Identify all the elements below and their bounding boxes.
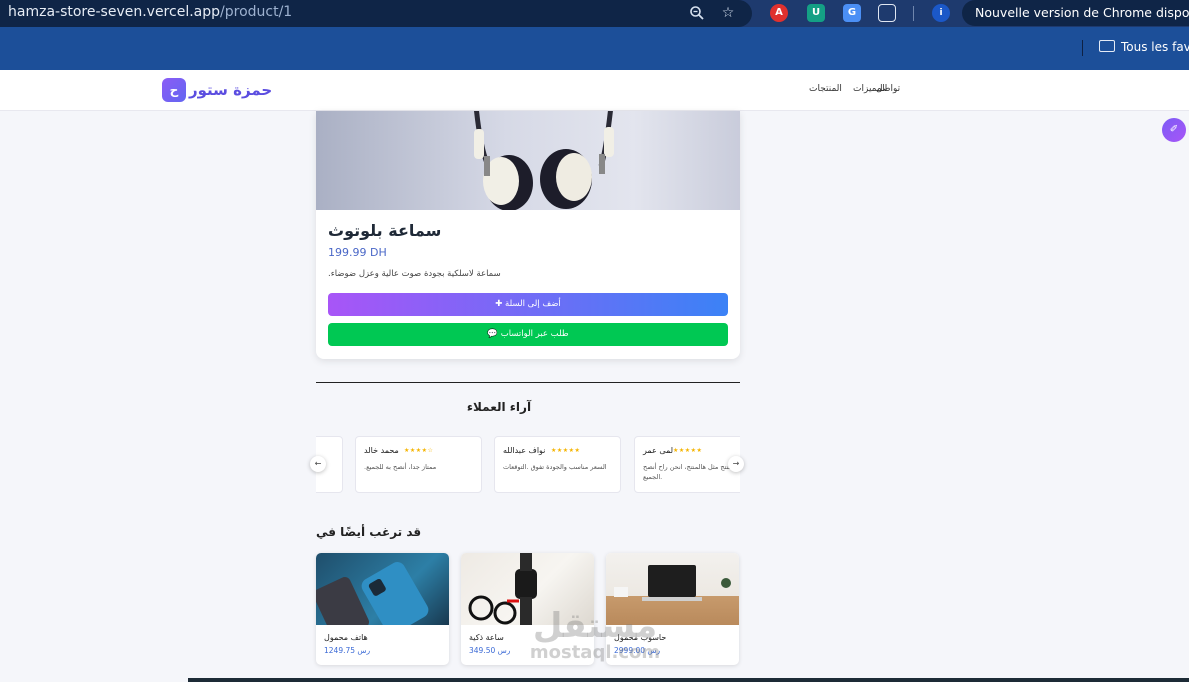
cart-plus-icon: ✚ (495, 299, 506, 309)
floating-action-button[interactable]: ✐ (1162, 118, 1186, 142)
carousel-next-button[interactable]: → (728, 456, 744, 472)
whatsapp-order-label: طلب عبر الواتساب (500, 329, 569, 339)
review-stars: ★★★★★ (551, 447, 581, 454)
nav-contact[interactable]: تواصل (876, 84, 900, 94)
site-header: ح حمزة ستور المنتجات المميزات تواصل (0, 70, 1189, 111)
browser-toolbar: hamza-store-seven.vercel.app/product/1 ☆… (0, 0, 1189, 27)
bookmark-folder-label: Tous les favo (1121, 40, 1189, 54)
logo-badge: ح (162, 78, 186, 102)
related-product-card[interactable]: ساعة ذكية 349.50 رس (461, 553, 594, 665)
review-text: منتج مثل هالمنتج، انحن راح أنصح .الجميع (643, 463, 733, 481)
bookmark-star-icon[interactable]: ☆ (718, 3, 738, 23)
product-image (316, 111, 740, 210)
translate-icon[interactable]: G (843, 4, 861, 22)
toolbar-divider (913, 6, 914, 21)
product-thumbnail (461, 553, 594, 625)
review-name: نواف عبدالله (503, 446, 546, 455)
related-product-price: 1249.75 رس (324, 646, 371, 655)
nav-products[interactable]: المنتجات (809, 84, 842, 94)
review-text: .ممتاز جدا، أنصح به للجميع (364, 463, 437, 471)
section-divider (316, 382, 740, 383)
review-name: محمد خالد (364, 446, 399, 455)
profile-icon[interactable]: i (932, 4, 950, 22)
bookmarks-separator (1082, 40, 1083, 56)
whatsapp-order-button[interactable]: 💬 طلب عبر الواتساب (328, 323, 728, 346)
product-thumbnail (316, 553, 449, 625)
folder-icon (1099, 40, 1115, 52)
related-product-card[interactable]: هاتف محمول 1249.75 رس (316, 553, 449, 665)
adblock-icon[interactable]: A (770, 4, 788, 22)
bookmarks-bar: Tous les favo (0, 27, 1189, 70)
related-product-name: حاسوب محمول (614, 633, 667, 642)
related-product-price: 349.50 رس (469, 646, 511, 655)
product-thumbnail (606, 553, 739, 625)
product-description: .سماعة لاسلكية بجودة صوت عالية وعزل ضوضا… (328, 269, 501, 279)
url-host: hamza-store-seven.vercel.app (8, 4, 221, 20)
bottom-edge-bar (188, 678, 1189, 682)
related-product-card[interactable]: حاسوب محمول 2999.00 رس (606, 553, 739, 665)
chrome-update-button[interactable]: Nouvelle version de Chrome disponible (962, 0, 1189, 26)
product-price: 199.99 DH (328, 246, 387, 259)
review-name: لمى عمر (643, 446, 674, 455)
site-logo[interactable]: ح حمزة ستور (162, 78, 272, 102)
url-text[interactable]: hamza-store-seven.vercel.app/product/1 (8, 4, 292, 20)
review-text: السعر مناسب والجودة تفوق .التوقعات (503, 463, 607, 471)
review-stars: ★★★★★ (673, 447, 703, 454)
chat-icon: 💬 (487, 329, 501, 339)
product-title: سماعة بلوتوث (328, 221, 442, 240)
url-path: /product/1 (220, 4, 293, 20)
shield-ext-icon[interactable]: U (807, 4, 825, 22)
related-title: قد ترغب أيضًا في (316, 525, 422, 539)
review-card: لمى عمر ★★★★★ منتج مثل هالمنتج، انحن راح… (634, 436, 740, 493)
reviews-title: آراء العملاء (466, 400, 532, 414)
logo-text: حمزة ستور (189, 81, 273, 99)
review-card: نواف عبدالله ★★★★★ السعر مناسب والجودة ت… (494, 436, 621, 493)
related-product-price: 2999.00 رس (614, 646, 661, 655)
add-to-cart-button[interactable]: ✚ أضف إلى السلة (328, 293, 728, 316)
address-bar[interactable]: hamza-store-seven.vercel.app/product/1 ☆ (0, 0, 752, 27)
related-product-name: ساعة ذكية (469, 633, 504, 642)
add-to-cart-label: أضف إلى السلة (505, 299, 561, 309)
product-card: سماعة بلوتوث 199.99 DH .سماعة لاسلكية بج… (316, 111, 740, 359)
review-stars: ★★★★☆ (404, 447, 434, 454)
review-card: محمد خالد ★★★★☆ .ممتاز جدا، أنصح به للجم… (355, 436, 482, 493)
puzzle-icon[interactable] (878, 4, 896, 22)
zoom-icon[interactable] (687, 3, 707, 23)
all-bookmarks-folder[interactable]: Tous les favo (1099, 40, 1189, 54)
related-product-name: هاتف محمول (324, 633, 368, 642)
carousel-prev-button[interactable]: ← (310, 456, 326, 472)
reviews-carousel: محمد خالد ★★★★☆ .ممتاز جدا، أنصح به للجم… (316, 436, 740, 494)
